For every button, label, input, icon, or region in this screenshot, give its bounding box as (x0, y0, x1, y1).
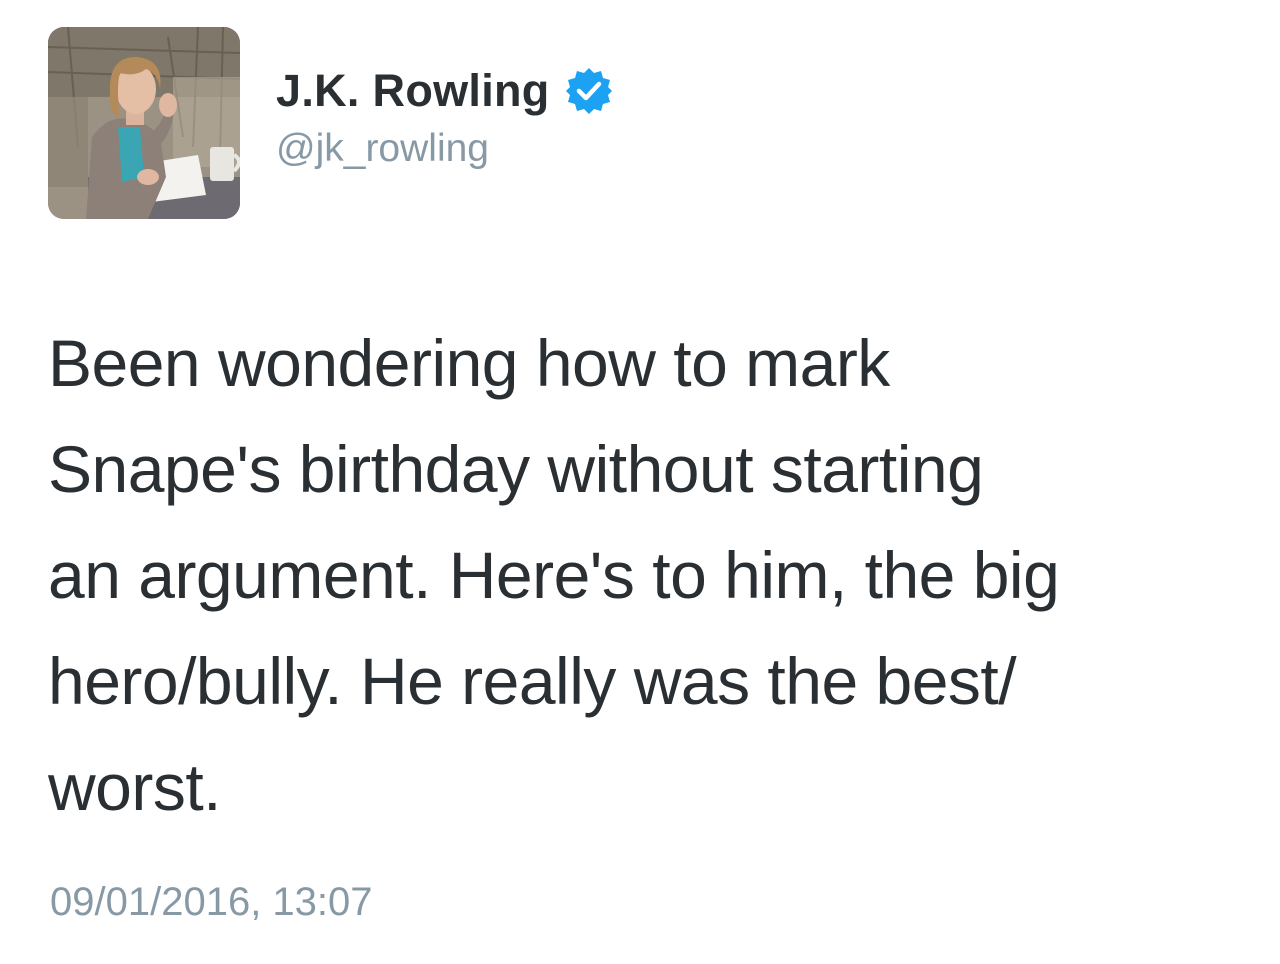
tweet-text-line: hero/bully. He really was the best/ (48, 644, 1017, 718)
tweet-card: J.K. Rowling @jk_rowling Been wondering … (0, 0, 1280, 964)
author-avatar[interactable] (48, 27, 240, 219)
tweet-text-line: Been wondering how to mark (48, 326, 890, 400)
tweet-text-line: an argument. Here's to him, the big (48, 538, 1060, 612)
tweet-text: Been wondering how to mark Snape's birth… (48, 310, 1248, 840)
avatar-photo-icon (48, 27, 240, 219)
tweet-text-line: worst. (48, 750, 222, 824)
author-display-name[interactable]: J.K. Rowling (276, 65, 550, 117)
verified-badge-icon (564, 66, 614, 116)
tweet-timestamp[interactable]: 09/01/2016, 13:07 (50, 880, 373, 925)
author-handle[interactable]: @jk_rowling (276, 127, 489, 171)
author-name-row: J.K. Rowling (276, 62, 614, 120)
tweet-text-line: Snape's birthday without starting (48, 432, 984, 506)
